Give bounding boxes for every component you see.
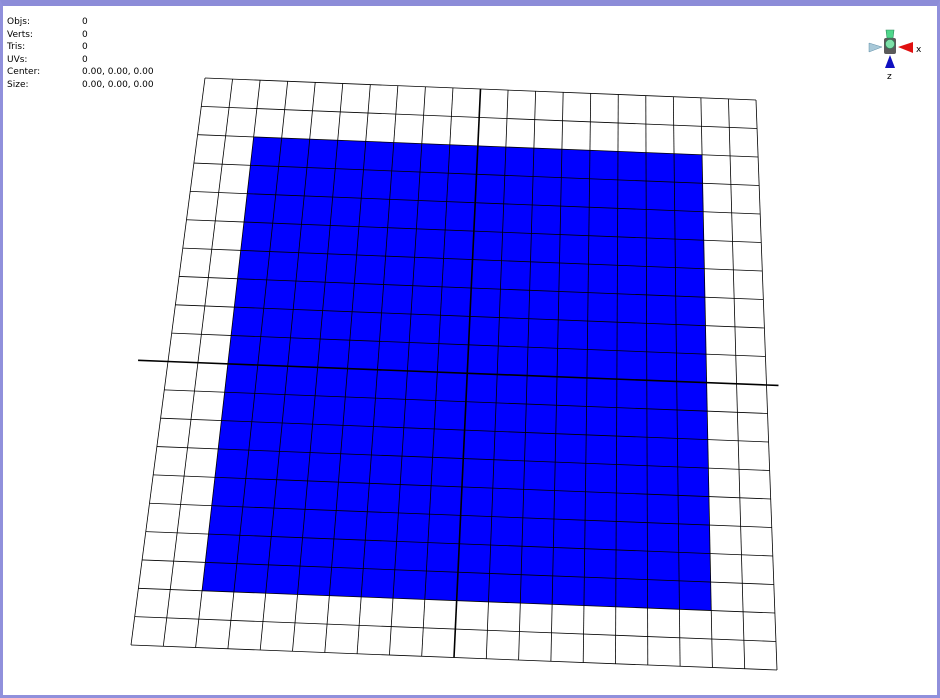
z-axis-arrow[interactable] [885,55,895,68]
uv-plane[interactable] [202,136,712,611]
scene-canvas[interactable]: x z [0,0,940,698]
x-axis-label: x [916,45,922,55]
neg-x-axis-arrow[interactable] [868,42,883,53]
z-axis-label: z [887,72,892,82]
y-axis-cone[interactable] [885,29,895,39]
gizmo-center-icon[interactable] [885,39,895,49]
uv-plane-layer [202,136,712,611]
grid-axis-extension-left [138,359,169,363]
axis-gizmo[interactable]: x z [868,29,922,82]
x-axis-arrow[interactable] [898,42,913,53]
